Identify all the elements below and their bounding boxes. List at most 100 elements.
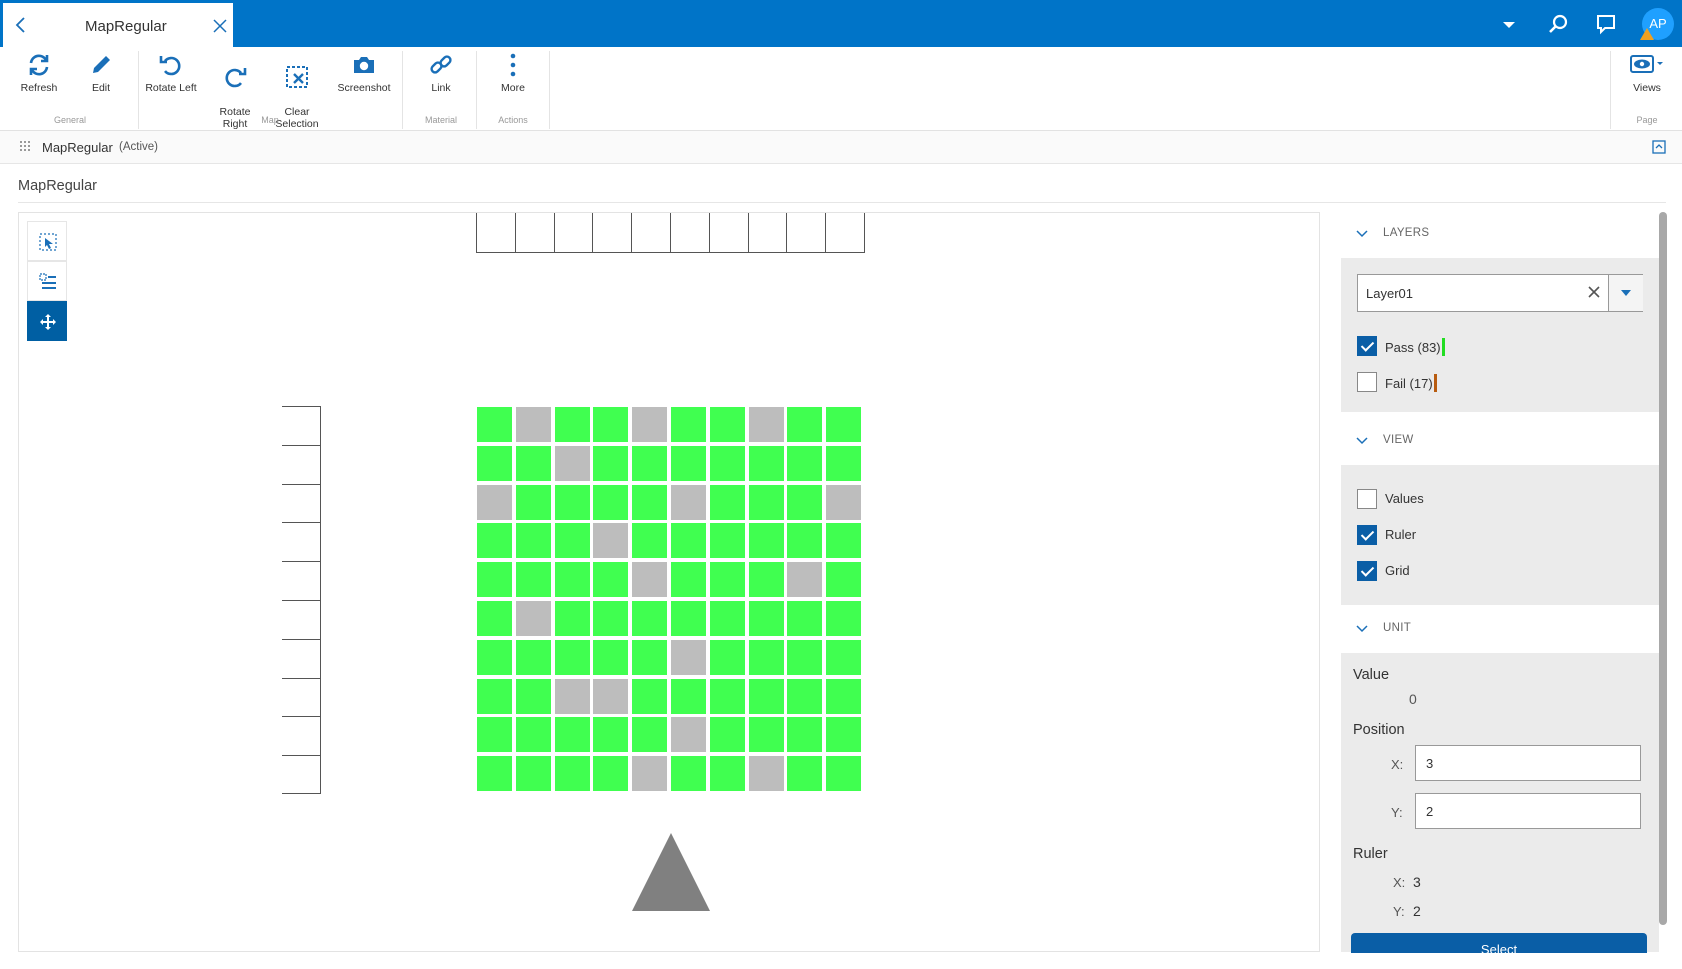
layer-select-dropdown-button[interactable] bbox=[1608, 275, 1643, 311]
pass-die-cell[interactable] bbox=[671, 756, 706, 791]
edit-button[interactable]: Edit bbox=[78, 52, 124, 94]
pass-die-cell[interactable] bbox=[710, 446, 745, 481]
pass-die-cell[interactable] bbox=[710, 640, 745, 675]
pass-die-cell[interactable] bbox=[477, 446, 512, 481]
pass-die-cell[interactable] bbox=[632, 485, 667, 520]
pass-die-cell[interactable] bbox=[671, 679, 706, 714]
pass-die-cell[interactable] bbox=[593, 407, 628, 442]
pass-die-cell[interactable] bbox=[787, 446, 822, 481]
map-canvas[interactable] bbox=[18, 212, 1320, 952]
pass-die-cell[interactable] bbox=[593, 601, 628, 636]
pass-die-cell[interactable] bbox=[787, 601, 822, 636]
fail-die-cell[interactable] bbox=[749, 407, 784, 442]
pass-die-cell[interactable] bbox=[749, 446, 784, 481]
chat-icon[interactable] bbox=[1594, 12, 1618, 36]
pass-die-cell[interactable] bbox=[826, 640, 861, 675]
pass-die-cell[interactable] bbox=[632, 679, 667, 714]
link-button[interactable]: Link bbox=[418, 52, 464, 94]
pass-die-cell[interactable] bbox=[516, 679, 551, 714]
wafer-map-grid[interactable] bbox=[477, 407, 865, 795]
pass-die-cell[interactable] bbox=[826, 601, 861, 636]
unit-section-header[interactable]: UNIT bbox=[1341, 607, 1659, 653]
pass-die-cell[interactable] bbox=[516, 717, 551, 752]
pass-die-cell[interactable] bbox=[593, 485, 628, 520]
pass-die-cell[interactable] bbox=[632, 717, 667, 752]
pass-die-cell[interactable] bbox=[555, 562, 590, 597]
layers-section-header[interactable]: LAYERS bbox=[1341, 212, 1659, 258]
pass-die-cell[interactable] bbox=[826, 523, 861, 558]
pass-die-cell[interactable] bbox=[710, 756, 745, 791]
grid-checkbox[interactable] bbox=[1357, 561, 1377, 581]
close-icon[interactable] bbox=[212, 18, 228, 34]
fail-die-cell[interactable] bbox=[516, 601, 551, 636]
fail-die-cell[interactable] bbox=[632, 562, 667, 597]
pass-die-cell[interactable] bbox=[477, 562, 512, 597]
pass-die-cell[interactable] bbox=[749, 601, 784, 636]
pass-die-cell[interactable] bbox=[710, 601, 745, 636]
pass-die-cell[interactable] bbox=[555, 756, 590, 791]
position-y-input[interactable]: 2 bbox=[1415, 793, 1641, 829]
pass-die-cell[interactable] bbox=[826, 446, 861, 481]
pass-layer-checkbox[interactable] bbox=[1357, 336, 1377, 356]
pass-die-cell[interactable] bbox=[826, 756, 861, 791]
fail-die-cell[interactable] bbox=[632, 407, 667, 442]
pass-die-cell[interactable] bbox=[710, 523, 745, 558]
pass-die-cell[interactable] bbox=[477, 640, 512, 675]
pass-die-cell[interactable] bbox=[516, 523, 551, 558]
pass-die-cell[interactable] bbox=[710, 407, 745, 442]
fail-die-cell[interactable] bbox=[671, 485, 706, 520]
pass-die-cell[interactable] bbox=[787, 407, 822, 442]
ruler-checkbox[interactable] bbox=[1357, 525, 1377, 545]
pass-die-cell[interactable] bbox=[826, 717, 861, 752]
pass-die-cell[interactable] bbox=[632, 523, 667, 558]
pass-die-cell[interactable] bbox=[710, 717, 745, 752]
views-button[interactable]: Views bbox=[1622, 52, 1672, 94]
pass-die-cell[interactable] bbox=[516, 562, 551, 597]
pass-die-cell[interactable] bbox=[826, 562, 861, 597]
document-tab[interactable]: MapRegular bbox=[3, 3, 233, 47]
pass-die-cell[interactable] bbox=[477, 407, 512, 442]
fail-die-cell[interactable] bbox=[826, 485, 861, 520]
pass-die-cell[interactable] bbox=[632, 601, 667, 636]
pass-die-cell[interactable] bbox=[787, 679, 822, 714]
fail-die-cell[interactable] bbox=[555, 446, 590, 481]
fail-die-cell[interactable] bbox=[632, 756, 667, 791]
pass-die-cell[interactable] bbox=[477, 601, 512, 636]
pass-die-cell[interactable] bbox=[749, 562, 784, 597]
pan-tool-button[interactable] bbox=[27, 301, 67, 341]
pass-die-cell[interactable] bbox=[787, 485, 822, 520]
pass-die-cell[interactable] bbox=[787, 640, 822, 675]
position-x-input[interactable]: 3 bbox=[1415, 745, 1641, 781]
pass-die-cell[interactable] bbox=[749, 679, 784, 714]
pass-die-cell[interactable] bbox=[477, 756, 512, 791]
view-section-header[interactable]: VIEW bbox=[1341, 419, 1659, 465]
pass-die-cell[interactable] bbox=[710, 485, 745, 520]
fail-die-cell[interactable] bbox=[671, 640, 706, 675]
pass-die-cell[interactable] bbox=[787, 717, 822, 752]
select-button[interactable]: Select bbox=[1351, 933, 1647, 953]
search-icon[interactable] bbox=[1546, 12, 1570, 36]
chevron-down-icon[interactable] bbox=[1497, 12, 1521, 36]
pass-die-cell[interactable] bbox=[516, 485, 551, 520]
fail-die-cell[interactable] bbox=[516, 407, 551, 442]
pass-die-cell[interactable] bbox=[555, 407, 590, 442]
pass-die-cell[interactable] bbox=[749, 485, 784, 520]
fail-layer-checkbox[interactable] bbox=[1357, 372, 1377, 392]
values-checkbox[interactable] bbox=[1357, 489, 1377, 509]
more-button[interactable]: More bbox=[490, 52, 536, 94]
pass-die-cell[interactable] bbox=[516, 640, 551, 675]
pass-die-cell[interactable] bbox=[787, 523, 822, 558]
pass-die-cell[interactable] bbox=[710, 679, 745, 714]
refresh-button[interactable]: Refresh bbox=[14, 52, 64, 94]
pass-die-cell[interactable] bbox=[710, 562, 745, 597]
fail-die-cell[interactable] bbox=[555, 679, 590, 714]
pass-die-cell[interactable] bbox=[749, 640, 784, 675]
pass-die-cell[interactable] bbox=[555, 717, 590, 752]
pass-die-cell[interactable] bbox=[555, 601, 590, 636]
pass-die-cell[interactable] bbox=[749, 523, 784, 558]
panel-scrollbar[interactable] bbox=[1659, 212, 1667, 925]
pass-die-cell[interactable] bbox=[593, 756, 628, 791]
pass-die-cell[interactable] bbox=[477, 717, 512, 752]
pass-die-cell[interactable] bbox=[477, 679, 512, 714]
fail-die-cell[interactable] bbox=[593, 679, 628, 714]
